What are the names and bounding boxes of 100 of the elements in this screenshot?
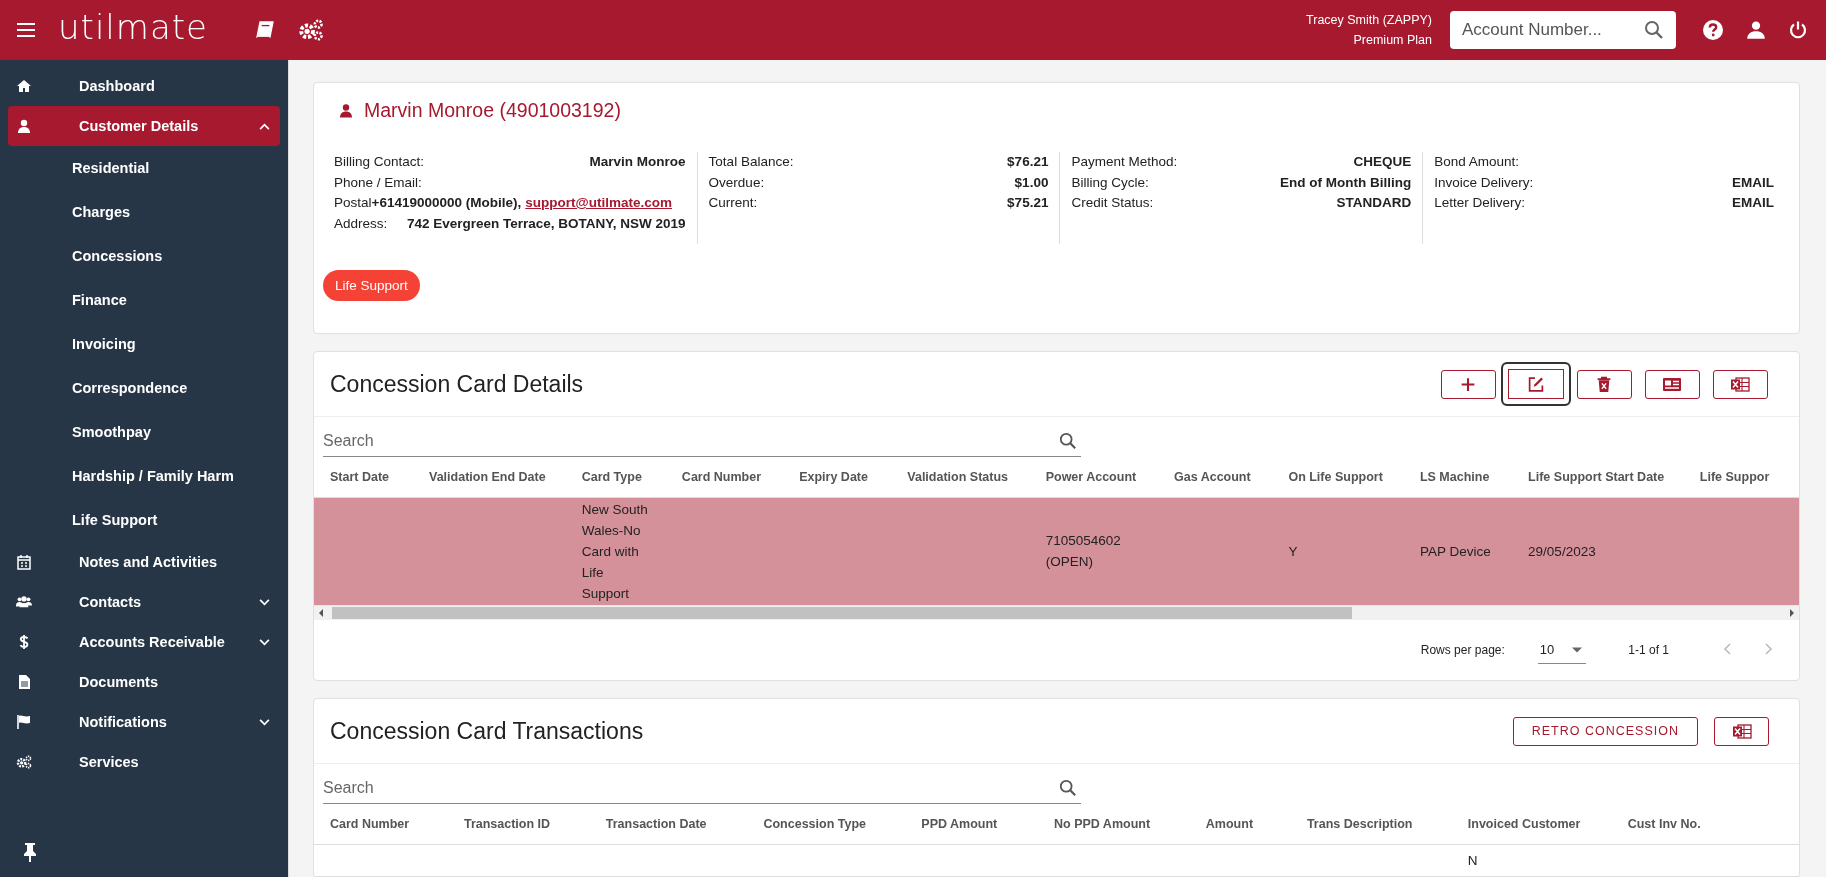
column-header: Transaction ID — [447, 804, 590, 844]
chevron-up-icon — [259, 122, 270, 130]
field-label: Overdue: — [708, 173, 765, 192]
column-header: No PPD Amount — [1038, 804, 1190, 844]
email-link[interactable]: support@utilmate.com — [525, 193, 672, 214]
logo: utilmate — [58, 7, 208, 47]
search-icon — [1644, 20, 1664, 40]
export-button[interactable] — [1714, 716, 1769, 746]
sidebar-item[interactable]: Contacts — [8, 582, 280, 622]
sidebar-subitem[interactable]: Residential — [0, 146, 288, 190]
sidebar-item[interactable]: Services — [8, 742, 280, 782]
customer-name: Marvin Monroe (4901003192) — [364, 99, 621, 122]
search-field[interactable]: Search — [323, 772, 1081, 804]
column-header: Power Account — [1029, 457, 1159, 497]
scroll-right-icon — [1789, 609, 1795, 617]
column-header: Expiry Date — [783, 457, 892, 497]
user-icon — [338, 102, 354, 119]
field-label: Bond Amount: — [1434, 153, 1519, 171]
document-icon — [16, 674, 32, 690]
table-cell: Y — [1288, 543, 1298, 559]
table-cell: N — [1467, 852, 1478, 868]
users-icon — [16, 594, 32, 610]
field-label: Payment Method: — [1071, 153, 1178, 171]
card-view-button[interactable] — [1644, 369, 1700, 399]
column-header: Concession Type — [747, 804, 906, 844]
field-label: Billing Contact: — [334, 153, 425, 171]
column-header: Life Suppor — [1683, 457, 1799, 497]
chevron-down-icon — [259, 718, 270, 726]
field-value: Marvin Monroe — [589, 153, 686, 171]
id-card-icon — [1662, 375, 1682, 393]
calendar-icon — [16, 554, 32, 570]
field-value: STANDARD — [1336, 194, 1412, 212]
column-header: On Life Support — [1272, 457, 1404, 497]
field-label: Total Balance: — [708, 153, 794, 171]
sidebar-item[interactable]: Dashboard — [8, 66, 280, 106]
user-icon — [16, 118, 32, 134]
export-button[interactable] — [1712, 369, 1768, 399]
field-value: $75.21 — [1007, 194, 1049, 212]
chevron-down-icon — [259, 598, 270, 606]
gears-icon — [298, 18, 324, 42]
table-cell: 29/05/2023 — [1528, 543, 1596, 559]
column-header: Cust Inv No. — [1611, 804, 1799, 844]
column-header: Card Number — [665, 457, 784, 497]
search-field[interactable]: Search — [323, 425, 1081, 457]
sidebar-subitem[interactable]: Correspondence — [0, 366, 288, 410]
column-header: Card Number — [314, 804, 448, 844]
field-value: 742 Evergreen Terrace, BOTANY, NSW 2019 — [406, 214, 686, 233]
field-label: Current: — [708, 194, 758, 212]
field-value: $76.21 — [1007, 153, 1049, 171]
table-cell: 7105054602 (OPEN) — [1045, 533, 1121, 570]
sidebar-item[interactable]: Notes and Activities — [8, 542, 280, 582]
dropdown-icon — [1572, 646, 1583, 653]
horizontal-scrollbar[interactable] — [314, 605, 1799, 620]
field-label: Address: — [334, 214, 388, 233]
table-cell: New South Wales-No Card with Life Support — [581, 501, 648, 601]
table-cell: PAP Device — [1419, 543, 1491, 559]
search-icon — [1059, 432, 1077, 450]
retro-concession-button[interactable]: RETRO CONCESSION — [1512, 716, 1698, 746]
field-label: Phone / Email: — [334, 173, 422, 192]
add-button[interactable] — [1440, 369, 1496, 399]
panel-title: Concession Card Details — [330, 370, 584, 398]
gears-icon — [16, 754, 32, 770]
column-header: PPD Amount — [905, 804, 1038, 844]
rows-per-page-select[interactable]: 10 — [1537, 636, 1587, 664]
column-header: Amount — [1189, 804, 1291, 844]
delete-button[interactable] — [1576, 369, 1632, 399]
sidebar-subitem[interactable]: Life Support — [0, 498, 288, 542]
sidebar-subitem[interactable]: Hardship / Family Harm — [0, 454, 288, 498]
field-label: Credit Status: — [1071, 194, 1154, 212]
sidebar-subitem[interactable]: Charges — [0, 190, 288, 234]
sidebar-item[interactable]: Notifications — [8, 702, 280, 742]
plan-name: Premium Plan — [1353, 33, 1432, 47]
column-header: Start Date — [314, 457, 413, 497]
column-header: Validation Status — [891, 457, 1030, 497]
column-header: Card Type — [565, 457, 666, 497]
account-search-field[interactable]: Account Number... — [1450, 11, 1676, 49]
pin-icon — [23, 842, 37, 862]
sidebar-subitem[interactable]: Smoothpay — [0, 410, 288, 454]
menu-icon — [16, 22, 36, 38]
user-name: Tracey Smith (ZAPPY) — [1306, 13, 1432, 27]
chevron-down-icon — [259, 638, 270, 646]
column-header: Transaction Date — [589, 804, 748, 844]
chevron-left-icon — [1723, 642, 1731, 655]
sidebar-subitem[interactable]: Concessions — [0, 234, 288, 278]
flag-icon — [16, 714, 32, 730]
sidebar-item[interactable]: Accounts Receivable — [8, 622, 280, 662]
field-value: $1.00 — [1014, 173, 1049, 192]
column-header: Trans Description — [1290, 804, 1452, 844]
edit-icon — [1526, 375, 1546, 393]
field-value: +61419000000 (Mobile), — [371, 194, 522, 212]
home-icon — [16, 78, 32, 94]
sidebar-subitem[interactable]: Finance — [0, 278, 288, 322]
sidebar-subitem[interactable]: Invoicing — [0, 322, 288, 366]
life-support-chip: Life Support — [323, 270, 420, 301]
column-header: Gas Account — [1158, 457, 1273, 497]
sidebar-item[interactable]: Documents — [8, 662, 280, 702]
sidebar-item[interactable]: Customer Details — [8, 106, 280, 146]
field-value: EMAIL — [1732, 194, 1774, 212]
edit-button[interactable] — [1501, 362, 1571, 406]
scrollbar-thumb[interactable] — [332, 607, 1352, 619]
